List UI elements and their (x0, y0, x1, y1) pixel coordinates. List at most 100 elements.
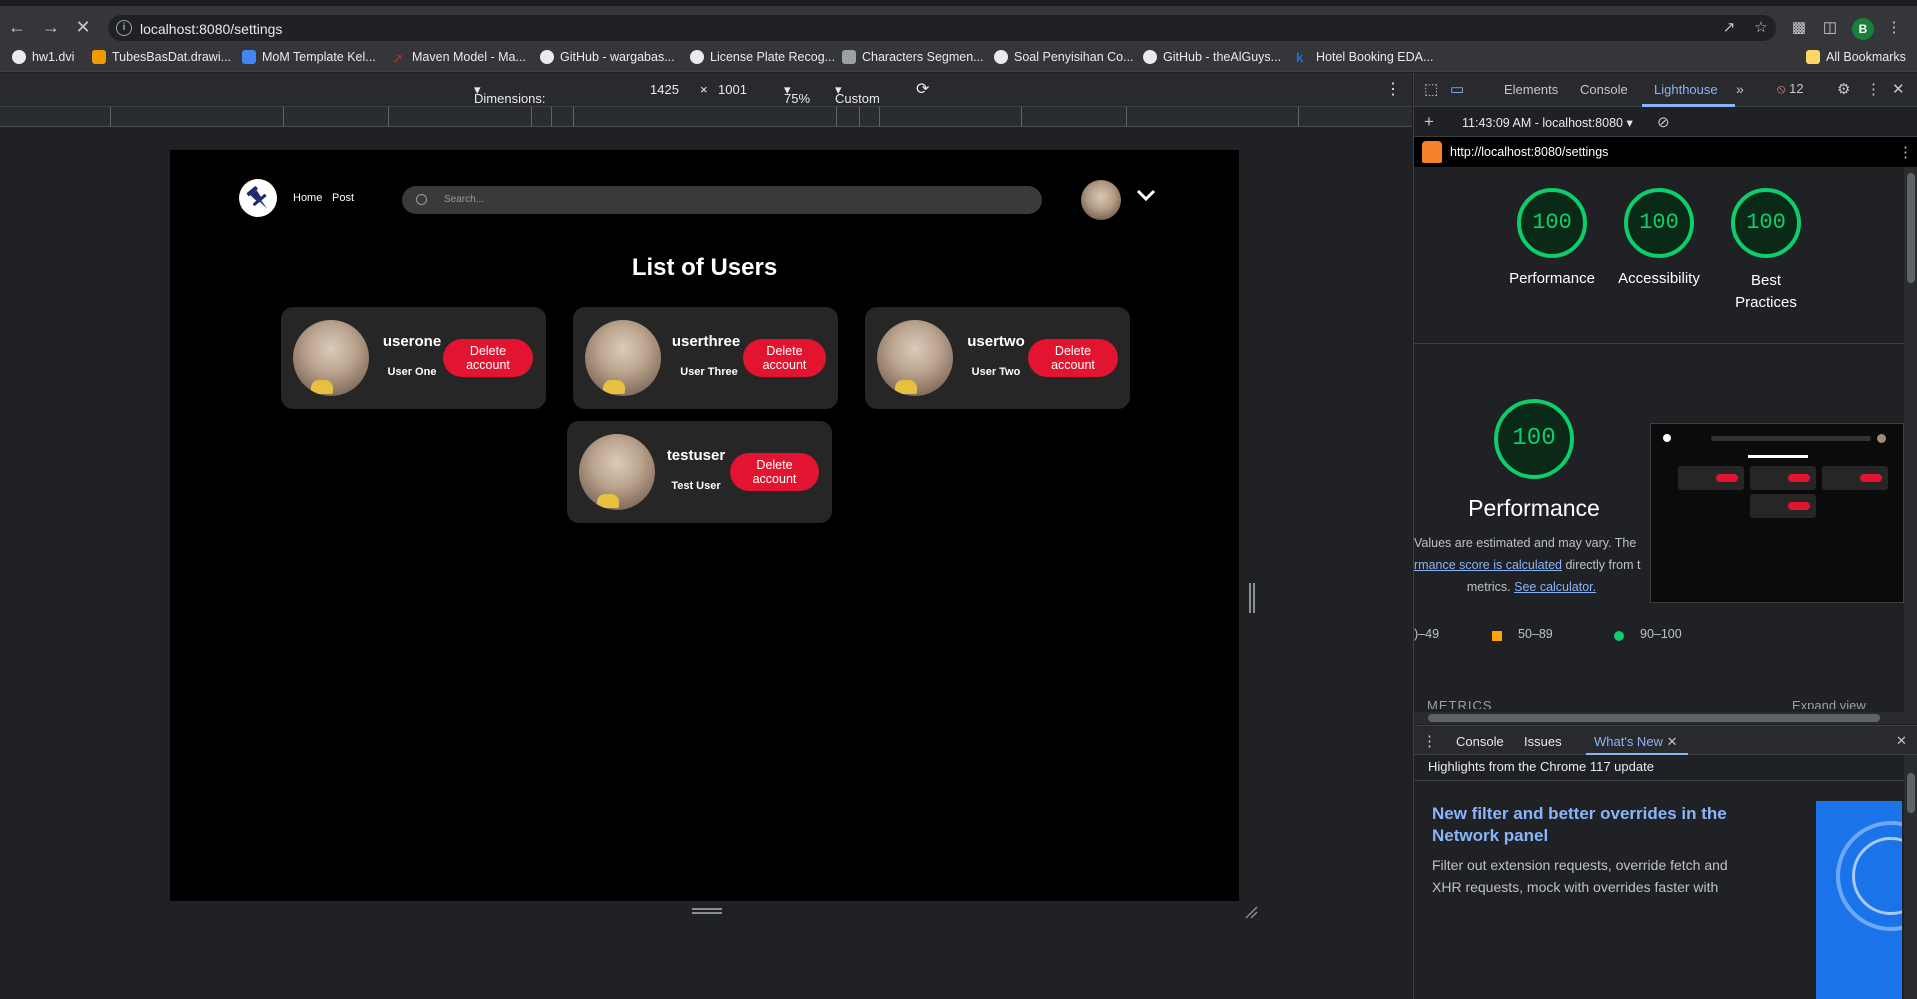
media-query-ruler[interactable] (0, 107, 1412, 127)
bookmark-favicon-icon (242, 50, 256, 64)
score-gauge[interactable]: 100 (1517, 188, 1587, 258)
tab-console[interactable]: Console (1580, 82, 1628, 97)
delete-account-button[interactable]: Delete account (443, 339, 533, 377)
kaggle-icon: k (1296, 50, 1304, 65)
error-badge[interactable]: ⦸ 12 (1777, 81, 1804, 97)
close-tab-icon[interactable]: ✕ (1667, 734, 1678, 749)
drawer-scrollbar[interactable] (1904, 755, 1917, 999)
settings-gear-icon[interactable]: ⚙ (1837, 80, 1850, 98)
drawer-tab-whats-new[interactable]: What's New ✕ (1594, 734, 1677, 750)
score-label: Best Practices (1735, 272, 1797, 311)
bookmark-item[interactable]: ➚ Maven Model - Ma... (392, 49, 526, 66)
article-image (1816, 801, 1902, 999)
bookmark-item[interactable]: hw1.dvi (12, 49, 74, 65)
device-toggle-icon[interactable]: ▭ (1450, 80, 1464, 98)
bookmark-item[interactable]: TubesBasDat.drawi... (92, 49, 231, 65)
profile-avatar[interactable]: B (1852, 18, 1874, 40)
device-toolbar: Dimensions: Responsive ▾ 1425 × 1001 75%… (0, 73, 1412, 121)
report-select[interactable]: 11:43:09 AM - localhost:8080 ▾ (1462, 115, 1633, 130)
folder-icon (1806, 50, 1820, 64)
bookmark-item[interactable]: GitHub - wargabas... (540, 49, 675, 65)
resize-handle-right[interactable] (1249, 583, 1255, 613)
devtools-menu-icon[interactable]: ⋮ (1866, 80, 1881, 98)
inspect-icon[interactable]: ⬚ (1424, 80, 1438, 98)
vertical-scrollbar[interactable] (1904, 167, 1917, 712)
bookmark-star-icon[interactable]: ☆ (1752, 19, 1770, 37)
final-screenshot-thumbnail[interactable] (1650, 423, 1904, 603)
resize-corner-icon[interactable] (1244, 905, 1258, 919)
chevron-down-icon[interactable] (1136, 188, 1156, 202)
drawer-menu-icon[interactable]: ⋮ (1422, 732, 1437, 750)
nav-home-link[interactable]: Home (293, 192, 322, 204)
nav-post-link[interactable]: Post (332, 192, 354, 204)
bookmark-item[interactable]: Characters Segmen... (842, 49, 984, 65)
delete-account-button[interactable]: Delete account (743, 339, 826, 377)
performance-title: Performance (1468, 495, 1600, 521)
bookmark-item[interactable]: MoM Template Kel... (242, 49, 376, 65)
height-input[interactable]: 1001 (718, 82, 747, 97)
device-more-icon[interactable]: ⋮ (1385, 79, 1401, 99)
user-full-name: User One (387, 366, 437, 378)
report-menu-icon[interactable]: ⋮ (1898, 143, 1913, 161)
see-calculator-link[interactable]: See calculator. (1514, 580, 1596, 594)
user-avatar (293, 320, 369, 396)
rotate-icon[interactable]: ⟳ (916, 79, 929, 99)
bookmark-favicon-icon (842, 50, 856, 64)
address-bar[interactable]: i localhost:8080/settings (108, 15, 1776, 41)
site-logo[interactable] (239, 179, 277, 217)
user-full-name: User Two (971, 366, 1021, 378)
user-avatar (579, 434, 655, 510)
extensions-icon[interactable]: ▩ (1790, 19, 1808, 37)
user-avatar (877, 320, 953, 396)
bookmark-item[interactable]: Soal Penyisihan Co... (994, 49, 1134, 65)
article-title[interactable]: New filter and better overrides in the N… (1432, 803, 1762, 847)
performance-gauge: 100 (1494, 399, 1574, 479)
dimensions-select[interactable]: Dimensions: Responsive ▾ (474, 82, 546, 121)
horizontal-scrollbar[interactable] (1414, 712, 1917, 724)
values-note-line3: metrics. See calculator. (1466, 580, 1597, 594)
username: testuser (666, 447, 726, 464)
values-note-line2: rmance score is calculated directly from… (1414, 558, 1641, 572)
throttle-select[interactable]: Custom ▾ (835, 82, 880, 106)
forward-icon[interactable]: → (40, 16, 62, 38)
site-info-icon[interactable]: i (116, 20, 132, 36)
tab-lighthouse[interactable]: Lighthouse (1654, 82, 1718, 97)
bookmark-favicon-icon: ➚ (392, 50, 404, 66)
tab-elements[interactable]: Elements (1504, 82, 1558, 97)
zoom-select[interactable]: 75% ▾ (784, 82, 810, 106)
legend-square-icon (1492, 631, 1502, 641)
drawer-tabs: ⋮ Console Issues What's New ✕ ✕ (1414, 725, 1917, 755)
width-input[interactable]: 1425 (650, 82, 679, 97)
bookmark-item[interactable]: License Plate Recog... (690, 49, 835, 65)
delete-account-button[interactable]: Delete account (1028, 339, 1118, 377)
resize-handle-bottom[interactable] (692, 908, 722, 914)
drawer-tab-issues[interactable]: Issues (1524, 734, 1562, 749)
lighthouse-report-bar: + 11:43:09 AM - localhost:8080 ▾ ⊘ (1414, 107, 1917, 137)
legend-high: 90–100 (1640, 627, 1682, 641)
all-bookmarks[interactable]: All Bookmarks (1806, 49, 1906, 65)
values-note: Values are estimated and may vary. The (1414, 536, 1637, 550)
side-panel-icon[interactable]: ◫ (1821, 19, 1839, 37)
menu-kebab-icon[interactable]: ⋮ (1885, 19, 1903, 37)
bookmark-item[interactable]: k Hotel Booking EDA... (1296, 49, 1433, 65)
score-gauge[interactable]: 100 (1624, 188, 1694, 258)
drawer-close-icon[interactable]: ✕ (1896, 733, 1907, 749)
site-search-input[interactable]: Search... (402, 186, 1042, 214)
bookmark-item[interactable]: GitHub - theAlGuys... (1143, 49, 1281, 65)
github-icon (1143, 50, 1157, 64)
user-avatar[interactable] (1081, 180, 1121, 220)
bookmarks-bar: hw1.dvi TubesBasDat.drawi... MoM Templat… (0, 42, 1917, 72)
stop-loading-icon[interactable]: ✕ (72, 16, 94, 38)
score-gauge[interactable]: 100 (1731, 188, 1801, 258)
clear-icon[interactable]: ⊘ (1657, 113, 1670, 131)
share-icon[interactable]: ↗ (1720, 19, 1738, 37)
score-calculated-link[interactable]: rmance score is calculated (1414, 558, 1562, 572)
more-tabs-icon[interactable]: » (1736, 81, 1744, 97)
back-icon[interactable]: ← (6, 16, 28, 38)
user-full-name: User Three (680, 366, 738, 378)
delete-account-button[interactable]: Delete account (730, 453, 819, 491)
close-icon[interactable]: ✕ (1892, 80, 1905, 98)
article-body-line1: Filter out extension requests, override … (1432, 857, 1728, 873)
drawer-tab-console[interactable]: Console (1456, 734, 1504, 749)
plus-icon[interactable]: + (1424, 112, 1434, 132)
